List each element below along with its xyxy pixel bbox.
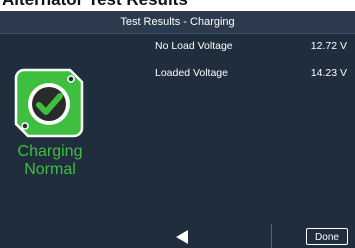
- result-label: Loaded Voltage: [155, 67, 228, 79]
- result-value: 12.72 V: [310, 40, 347, 52]
- status-line-2: Normal: [24, 161, 76, 178]
- screen-title: Test Results - Charging: [0, 11, 355, 34]
- result-value: 14.23 V: [310, 67, 347, 79]
- device-screen: Test Results - Charging No Load Voltage …: [0, 11, 355, 248]
- done-button[interactable]: Done: [306, 228, 348, 245]
- result-row-no-load: No Load Voltage 12.72 V: [0, 37, 355, 55]
- back-arrow-icon[interactable]: [176, 230, 188, 244]
- checkmark-icon: [14, 68, 84, 138]
- status-line-1: Charging: [17, 143, 83, 160]
- result-label: No Load Voltage: [155, 40, 233, 52]
- page-heading: Alternator Test Results: [2, 0, 188, 10]
- footer-divider: [271, 224, 272, 248]
